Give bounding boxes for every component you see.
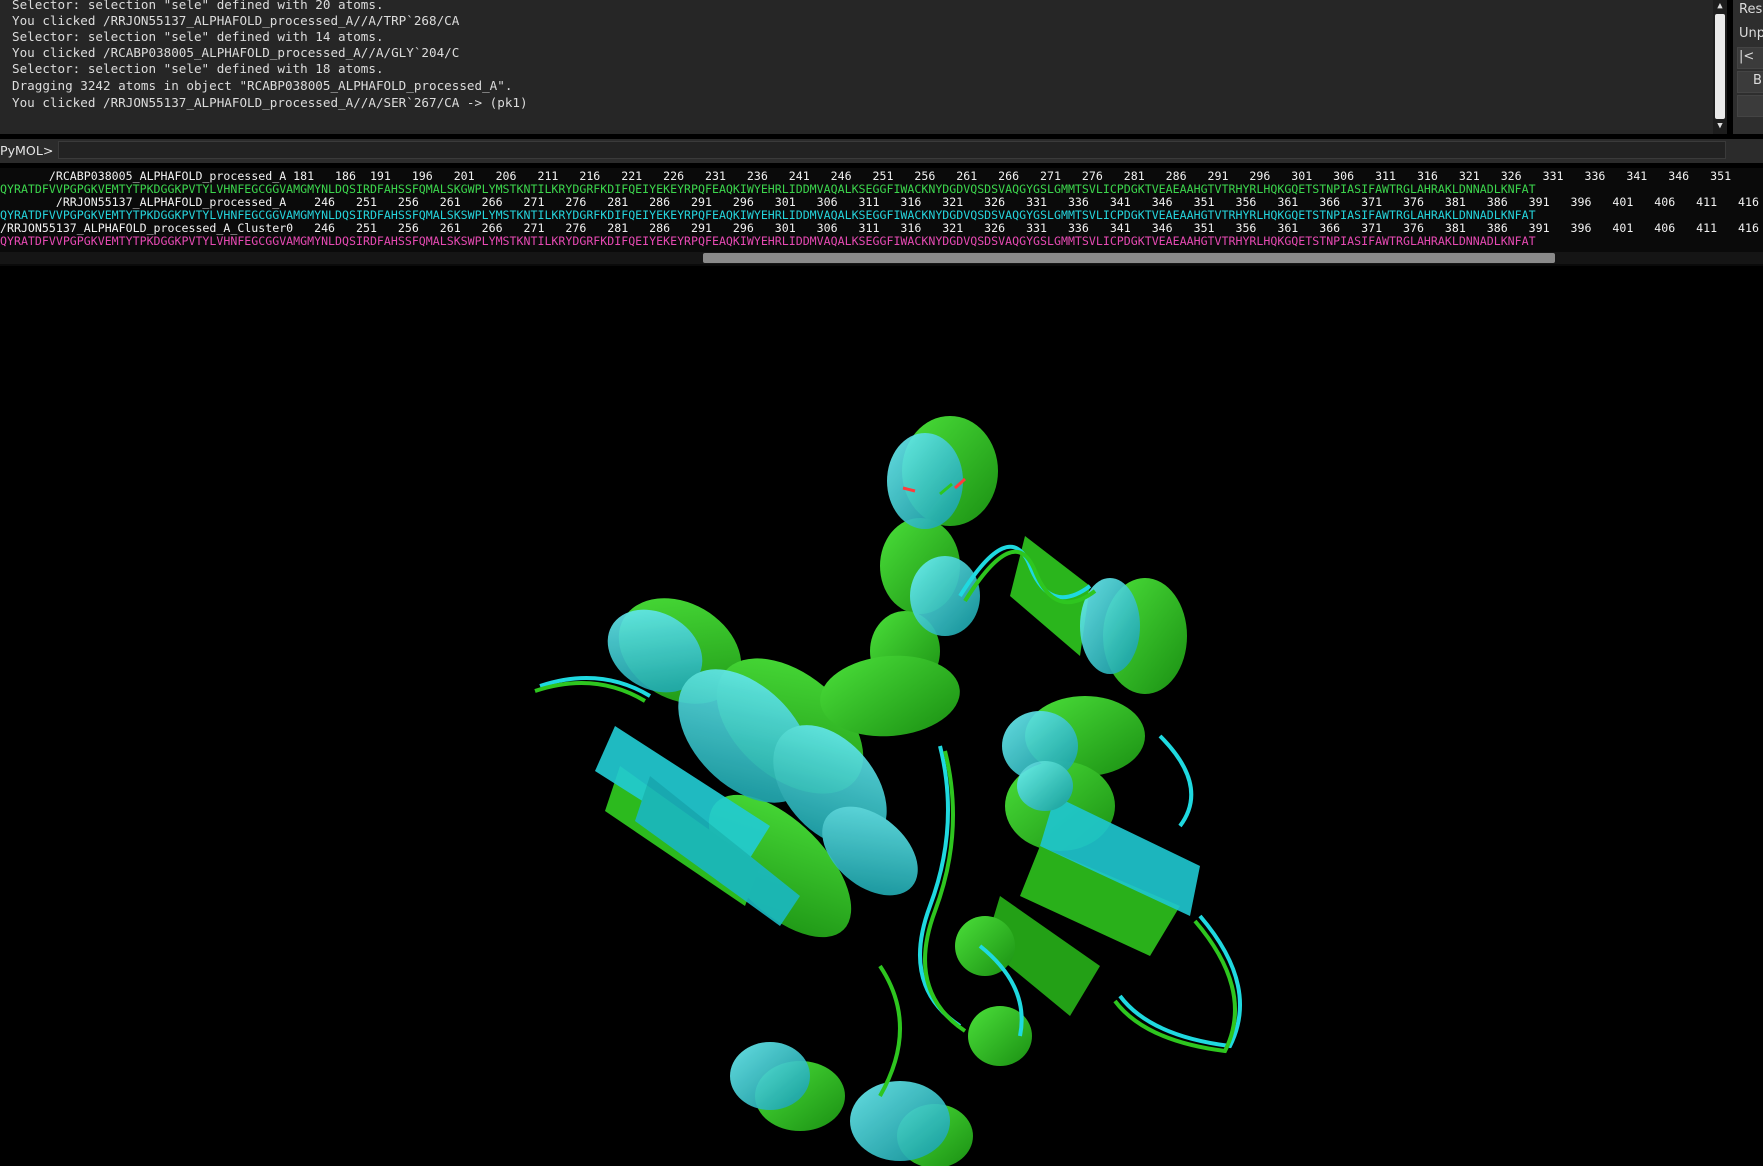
console-line: Selector: selection "sele" defined with …	[12, 29, 384, 44]
console-line: Dragging 3242 atoms in object "RCABP0380…	[12, 78, 513, 93]
console-line: You clicked /RRJON55137_ALPHAFOLD_proces…	[12, 13, 460, 28]
rewind-button[interactable]: |<	[1739, 49, 1754, 64]
command-prompt: PyMOL>	[0, 143, 54, 158]
console-output: Selector: selection "sele" defined with …	[0, 0, 1718, 134]
command-input[interactable]	[58, 141, 1726, 159]
console-scroll-thumb[interactable]	[1715, 14, 1725, 119]
side-item-res[interactable]: Res	[1739, 2, 1762, 17]
console-line: You clicked /RCABP038005_ALPHAFOLD_proce…	[12, 45, 460, 60]
side-item-unp[interactable]: Unp	[1739, 26, 1763, 41]
console-line: You clicked /RRJON55137_ALPHAFOLD_proces…	[12, 95, 528, 110]
sequence-scroll-thumb[interactable]	[703, 253, 1555, 263]
3d-viewport[interactable]	[0, 266, 1763, 1166]
console-scrollbar[interactable]: ▲ ▼	[1713, 0, 1727, 134]
console-line: Selector: selection "sele" defined with …	[12, 61, 384, 76]
sequence-scrollbar[interactable]	[0, 252, 1763, 264]
console-line: Selector: selection "sele" defined with …	[12, 0, 384, 12]
protein-structure-render[interactable]	[0, 266, 1763, 1166]
side-button-b[interactable]: B	[1753, 73, 1762, 88]
sequence-row-cluster[interactable]: QYRATDFVVPGPGKVEMTYTPKDGGKPVTYLVHNFEGCGG…	[0, 235, 1536, 248]
command-bar: PyMOL>	[0, 139, 1763, 163]
side-panel: Res Unp |< B	[1733, 0, 1763, 134]
scroll-down-icon[interactable]: ▼	[1713, 120, 1727, 132]
scroll-up-icon[interactable]: ▲	[1713, 0, 1727, 12]
